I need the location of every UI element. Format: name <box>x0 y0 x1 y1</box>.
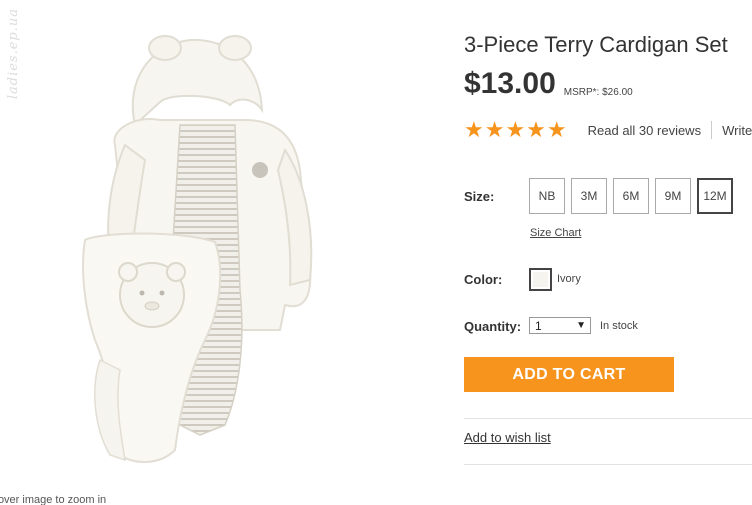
divider <box>711 121 713 139</box>
swatch-fill <box>533 272 548 287</box>
size-option-6m[interactable]: 6M <box>613 178 649 214</box>
watermark: ladies.ep.ua <box>4 8 26 128</box>
write-review-link[interactable]: Write <box>722 123 752 138</box>
add-to-wishlist-link[interactable]: Add to wish list <box>464 430 551 445</box>
size-chart-link[interactable]: Size Chart <box>530 227 581 239</box>
color-swatch-ivory[interactable] <box>529 268 552 291</box>
rating-stars[interactable]: ★★★★★ <box>464 119 568 141</box>
price: $13.00 <box>464 67 556 100</box>
divider <box>464 464 752 465</box>
size-option-9m[interactable]: 9M <box>655 178 691 214</box>
quantity-value: 1 <box>535 318 542 333</box>
quantity-select[interactable]: 1 ▼ <box>529 317 591 334</box>
size-option-12m[interactable]: 12M <box>697 178 733 214</box>
size-option-3m[interactable]: 3M <box>571 178 607 214</box>
price-row: $13.00 MSRP*: $26.00 <box>464 68 633 100</box>
color-label: Color: <box>464 272 503 287</box>
rating-row: ★★★★★ Read all 30 reviews Write <box>464 119 752 141</box>
quantity-label: Quantity: <box>464 319 522 334</box>
size-label: Size: <box>464 189 495 204</box>
size-option-nb[interactable]: NB <box>529 178 565 214</box>
watermark-text: ladies.ep.ua <box>6 8 21 100</box>
product-image[interactable] <box>40 10 370 480</box>
product-title: 3-Piece Terry Cardigan Set <box>464 32 728 57</box>
size-options: NB 3M 6M 9M 12M <box>529 178 733 214</box>
color-name: Ivory <box>557 273 581 285</box>
stock-status: In stock <box>600 320 638 332</box>
read-reviews-link[interactable]: Read all 30 reviews <box>588 123 701 138</box>
chevron-down-icon: ▼ <box>576 320 586 331</box>
product-image-area[interactable]: ladies.ep.ua Hover image to zoom in <box>0 0 420 505</box>
msrp: MSRP*: $26.00 <box>563 87 633 98</box>
zoom-hint: Hover image to zoom in <box>0 494 107 505</box>
divider <box>464 418 752 419</box>
add-to-cart-button[interactable]: ADD TO CART <box>464 357 674 392</box>
